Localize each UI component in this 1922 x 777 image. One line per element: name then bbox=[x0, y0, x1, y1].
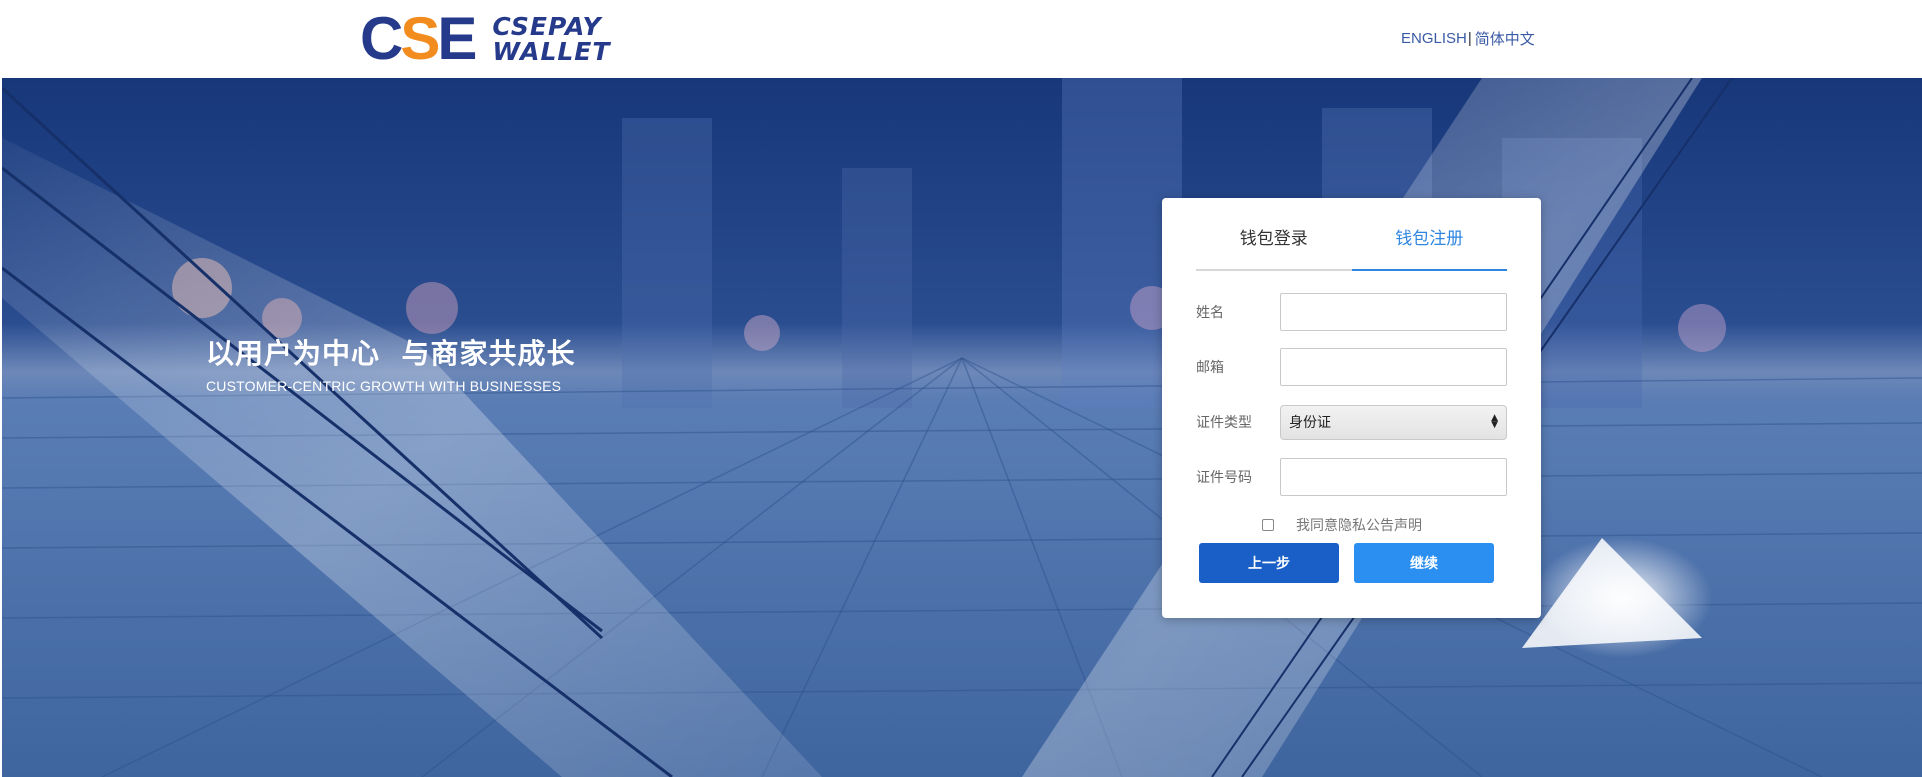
id-type-label: 证件类型 bbox=[1196, 415, 1252, 431]
register-card: 钱包登录 钱包注册 姓名 邮箱 证件类型 身份证 ▲ ▼ 证件号码 我同意隐私公告… bbox=[1162, 198, 1541, 618]
privacy-label: 我同意隐私公告声明 bbox=[1296, 518, 1422, 534]
slogan-english: CUSTOMER-CENTRIC GROWTH WITH BUSINESSES bbox=[206, 378, 562, 394]
form-tabs: 钱包登录 钱包注册 bbox=[1196, 218, 1507, 271]
name-row: 姓名 bbox=[1196, 293, 1507, 331]
id-type-row: 证件类型 身份证 ▲ ▼ bbox=[1196, 403, 1507, 441]
cse-logo[interactable]: CSE CSEPAY WALLET bbox=[360, 5, 610, 72]
previous-step-button[interactable]: 上一步 bbox=[1199, 543, 1339, 583]
privacy-agreement: 我同意隐私公告声明 bbox=[1262, 515, 1422, 535]
lang-chinese-link[interactable]: 简体中文 bbox=[1475, 28, 1535, 49]
lang-separator: | bbox=[1467, 30, 1472, 47]
select-arrows-icon: ▲ ▼ bbox=[1491, 413, 1498, 430]
lang-english-link[interactable]: ENGLISH bbox=[1401, 30, 1467, 47]
tab-wallet-register[interactable]: 钱包注册 bbox=[1351, 218, 1508, 271]
id-type-selected: 身份证 bbox=[1289, 415, 1331, 431]
id-type-select[interactable]: 身份证 ▲ ▼ bbox=[1280, 404, 1507, 440]
hero-background: 以用户为中心 与商家共成长 CUSTOMER-CENTRIC GROWTH WI… bbox=[2, 78, 1922, 777]
continue-button[interactable]: 继续 bbox=[1354, 543, 1494, 583]
hero-slogan: 以用户为中心 与商家共成长 CUSTOMER-CENTRIC GROWTH WI… bbox=[206, 332, 576, 394]
site-header: CSE CSEPAY WALLET ENGLISH | 简体中文 bbox=[0, 0, 1922, 78]
logo-line-csepay: CSEPAY bbox=[492, 12, 602, 41]
tab-wallet-login[interactable]: 钱包登录 bbox=[1196, 218, 1352, 269]
logo-line-wallet: WALLET bbox=[492, 37, 611, 66]
email-label: 邮箱 bbox=[1196, 360, 1224, 376]
language-switcher: ENGLISH | 简体中文 bbox=[1401, 28, 1535, 49]
privacy-checkbox[interactable] bbox=[1262, 519, 1274, 531]
logo-text: CSEPAY WALLET bbox=[492, 14, 610, 64]
id-number-input[interactable] bbox=[1280, 458, 1507, 496]
logo-mark: CSE bbox=[360, 5, 477, 72]
email-input[interactable] bbox=[1280, 348, 1507, 386]
name-input[interactable] bbox=[1280, 293, 1507, 331]
hero-background-art bbox=[2, 78, 1922, 777]
slogan-chinese: 以用户为中心 与商家共成长 bbox=[206, 337, 576, 370]
email-row: 邮箱 bbox=[1196, 348, 1507, 386]
id-number-label: 证件号码 bbox=[1196, 470, 1252, 486]
id-number-row: 证件号码 bbox=[1196, 458, 1507, 496]
name-label: 姓名 bbox=[1196, 305, 1224, 321]
